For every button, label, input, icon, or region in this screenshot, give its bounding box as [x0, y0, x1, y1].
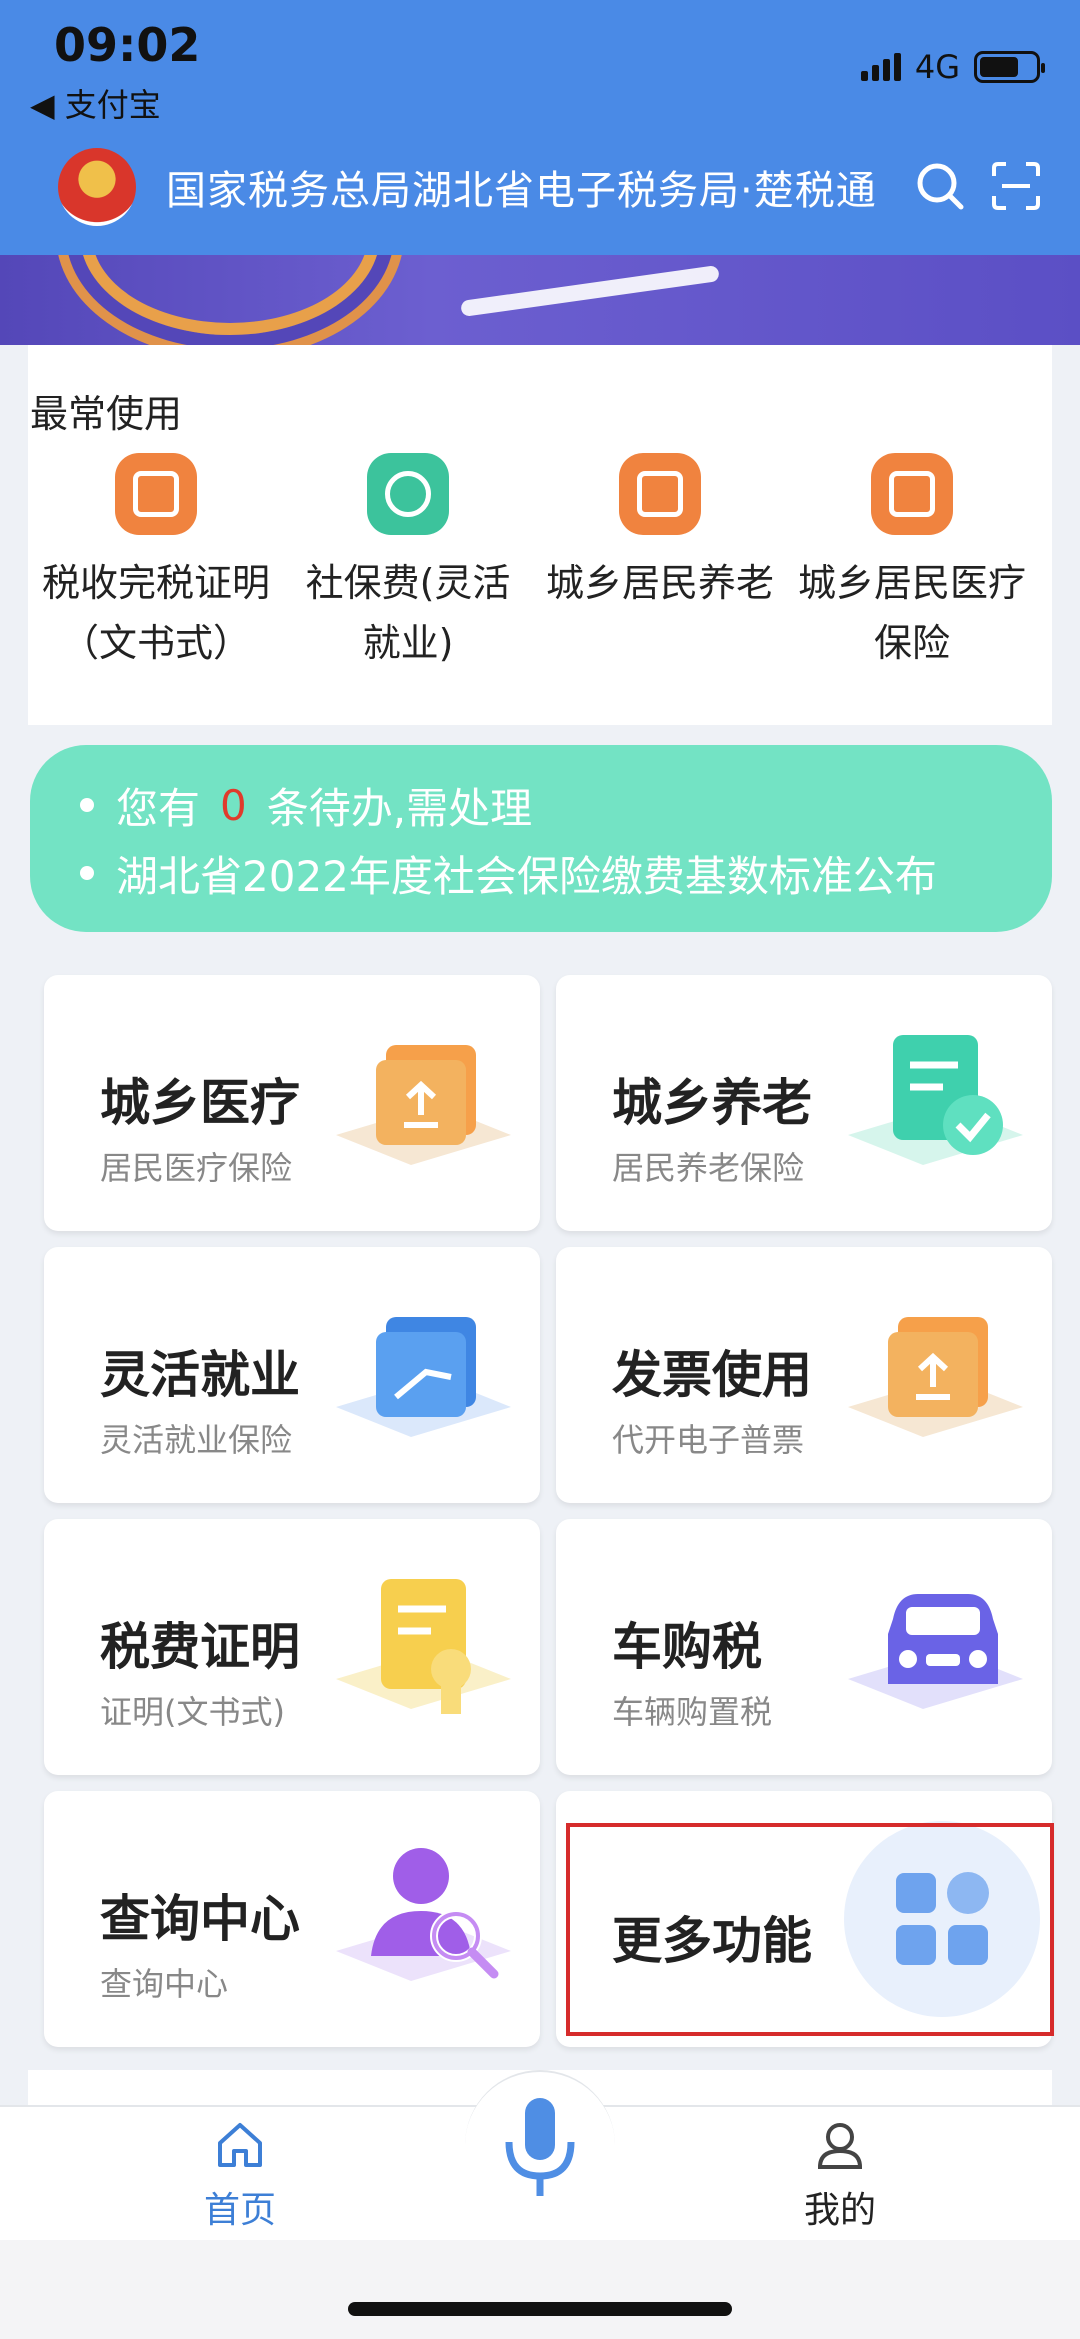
card-subtitle: 证明(文书式): [100, 1693, 285, 1731]
tab-home[interactable]: 首页: [140, 2117, 340, 2233]
tab-home-label: 首页: [203, 2190, 276, 2231]
scan-icon[interactable]: [990, 160, 1042, 212]
announcement-notice[interactable]: 湖北省2022年度社会保险缴费基数标准公布: [80, 839, 1002, 907]
notice-panel[interactable]: 您有 0 条待办,需处理 湖北省2022年度社会保险缴费基数标准公布: [30, 745, 1052, 932]
card-tax-certificate[interactable]: 税费证明 证明(文书式): [44, 1519, 540, 1775]
pension-icon: [619, 453, 701, 535]
certificate-icon: [115, 453, 197, 535]
car-icon: [848, 1594, 1023, 1709]
tab-mine[interactable]: 我的: [740, 2117, 940, 2233]
card-invoice-use[interactable]: 发票使用 代开电子普票: [556, 1247, 1052, 1503]
card-rural-pension[interactable]: 城乡养老 居民养老保险: [556, 975, 1052, 1231]
card-title: 查询中心: [100, 1890, 300, 1948]
card-title: 发票使用: [612, 1346, 812, 1404]
promo-banner[interactable]: [0, 255, 1080, 345]
certificate-document-icon: [336, 1579, 511, 1714]
todo-prefix: 您有: [116, 783, 201, 833]
card-subtitle: 车辆购置税: [612, 1693, 773, 1731]
frequent-item-label: 税收完税证明（文书式）: [41, 561, 270, 665]
home-icon: [218, 2123, 262, 2167]
app-header: 09:02 ◀ 支付宝 4G 国家税务总局湖北省电子税务局·楚税通: [0, 0, 1080, 255]
card-flexible-employment[interactable]: 灵活就业 灵活就业保险: [44, 1247, 540, 1503]
tab-mine-label: 我的: [803, 2190, 876, 2231]
card-title: 城乡养老: [612, 1074, 812, 1132]
todo-count: 0: [220, 780, 247, 830]
frequent-item-medical[interactable]: 城乡居民医疗保险: [792, 453, 1032, 673]
user-icon: [817, 2123, 863, 2169]
card-title: 更多功能: [612, 1912, 812, 1970]
page-title: 国家税务总局湖北省电子税务局·楚税通: [166, 168, 877, 214]
card-subtitle: 代开电子普票: [612, 1421, 805, 1459]
medical-insurance-icon: [871, 453, 953, 535]
todo-notice[interactable]: 您有 0 条待办,需处理: [80, 771, 1002, 839]
battery-icon: [974, 51, 1045, 83]
home-indicator[interactable]: [348, 2302, 732, 2316]
frequent-item-label: 社保费(灵活就业): [305, 561, 511, 665]
card-title: 灵活就业: [100, 1346, 300, 1404]
network-type: 4G: [914, 48, 960, 86]
search-icon[interactable]: [914, 160, 966, 212]
card-subtitle: 居民养老保险: [612, 1149, 805, 1187]
signal-icon: [860, 53, 901, 81]
microphone-icon: [505, 2098, 575, 2196]
frequent-item-tax-certificate[interactable]: 税收完税证明（文书式）: [36, 453, 276, 673]
status-indicators: 4G: [860, 48, 1045, 86]
invoice-upload-icon: [848, 1317, 1023, 1437]
card-title: 城乡医疗: [100, 1074, 300, 1132]
card-title: 税费证明: [100, 1618, 300, 1676]
upload-folder-icon: [336, 1045, 511, 1165]
card-rural-medical[interactable]: 城乡医疗 居民医疗保险: [44, 975, 540, 1231]
grid-apps-icon: [844, 1821, 1040, 2017]
tax-bureau-logo: [58, 148, 136, 226]
todo-suffix: 条待办,需处理: [266, 783, 533, 833]
social-security-icon: [367, 453, 449, 535]
status-time: 09:02: [54, 18, 201, 72]
card-subtitle: 灵活就业保险: [100, 1421, 293, 1459]
frequent-section: 最常使用 税收完税证明（文书式） 社保费(灵活就业) 城乡居民养老 城乡居民医疗…: [28, 345, 1052, 725]
section-title: 最常使用: [30, 392, 183, 436]
user-search-icon: [336, 1848, 511, 1981]
card-title: 车购税: [612, 1618, 762, 1676]
frequent-item-label: 城乡居民医疗保险: [797, 561, 1026, 665]
card-more-functions[interactable]: 更多功能: [556, 1791, 1052, 2047]
frequent-item-label: 城乡居民养老: [545, 561, 774, 605]
voice-assistant-button[interactable]: [465, 2070, 615, 2220]
card-subtitle: 居民医疗保险: [100, 1149, 293, 1187]
back-to-alipay-link[interactable]: ◀ 支付宝: [30, 80, 161, 126]
frequent-item-social-security[interactable]: 社保费(灵活就业): [288, 453, 528, 673]
card-vehicle-tax[interactable]: 车购税 车辆购置税: [556, 1519, 1052, 1775]
folder-icon: [336, 1317, 511, 1437]
announcement-text: 湖北省2022年度社会保险缴费基数标准公布: [116, 851, 937, 901]
home-bar-area: [0, 2240, 1080, 2339]
card-query-center[interactable]: 查询中心 查询中心: [44, 1791, 540, 2047]
frequent-item-pension[interactable]: 城乡居民养老: [540, 453, 780, 613]
card-subtitle: 查询中心: [100, 1965, 229, 2003]
approved-document-icon: [848, 1035, 1023, 1165]
